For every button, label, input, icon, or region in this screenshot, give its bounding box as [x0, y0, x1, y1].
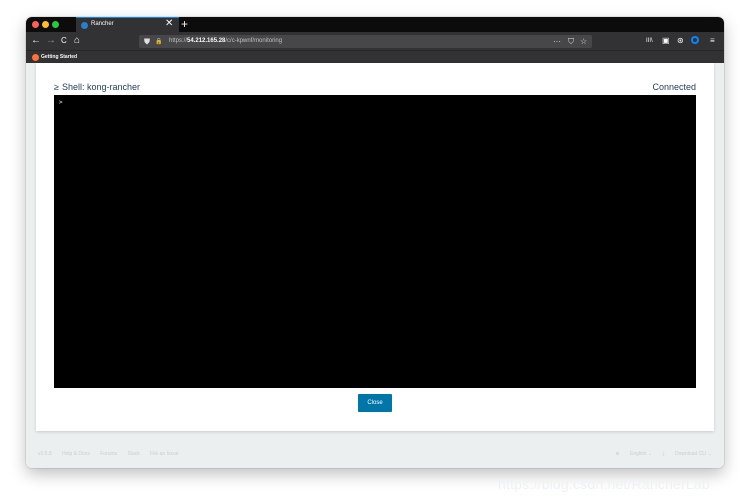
- url-host: 54.212.165.28: [187, 38, 226, 44]
- bookmarks-bar: Getting Started: [26, 50, 724, 63]
- footer-link-help[interactable]: Help & Docs: [62, 451, 90, 457]
- account-icon[interactable]: ⊛: [677, 35, 684, 47]
- sidebar-icon[interactable]: ▣: [662, 35, 670, 47]
- menu-icon[interactable]: ≡: [710, 35, 715, 47]
- extension-icon[interactable]: [691, 36, 699, 44]
- bookmark-getting-started[interactable]: Getting Started: [41, 54, 77, 60]
- insecure-lock-icon[interactable]: 🔒: [155, 38, 162, 47]
- page-content: ≥ Shell: kong-rancher Connected > Close v…: [26, 63, 724, 468]
- footer-links: v2.5.8 Help & Docs Forums Slack File an …: [38, 451, 188, 457]
- new-tab-icon[interactable]: +: [181, 17, 188, 31]
- tracking-shield-icon[interactable]: ⛊: [144, 37, 150, 46]
- url-text[interactable]: https://54.212.165.28/c/c-kpwnf/monitori…: [169, 38, 282, 44]
- close-button[interactable]: Close: [358, 394, 392, 412]
- more-actions-icon[interactable]: ···: [553, 37, 561, 46]
- terminal[interactable]: >: [54, 95, 696, 388]
- shell-title: ≥ Shell: kong-rancher: [54, 82, 140, 92]
- footer-actions: ⊕ English ⌄ ⤓ Download CLI ⌄: [606, 451, 712, 457]
- language-label: English: [630, 451, 647, 457]
- shell-title-text: Shell: kong-rancher: [61, 82, 140, 92]
- terminal-prompt-icon: ≥: [54, 82, 59, 92]
- nav-bar: ← → C ⌂ ⛊ 🔒 https://54.212.165.28/c/c-kp…: [26, 32, 724, 50]
- window-minimize-button[interactable]: [42, 21, 49, 28]
- shell-modal: ≥ Shell: kong-rancher Connected > Close: [36, 63, 714, 431]
- firefox-icon: [32, 54, 39, 61]
- bookmark-star-icon[interactable]: ☆: [580, 37, 587, 46]
- url-prefix: https://: [169, 38, 188, 44]
- window-close-button[interactable]: [32, 21, 39, 28]
- tab-title: Rancher: [91, 21, 114, 27]
- forward-icon[interactable]: →: [46, 34, 56, 48]
- version-label: v2.5.8: [38, 451, 52, 457]
- download-cli-label: Download CLI: [675, 451, 707, 457]
- rancher-favicon-icon: [81, 22, 88, 29]
- url-bar[interactable]: ⛊ 🔒 https://54.212.165.28/c/c-kpwnf/moni…: [139, 35, 592, 48]
- watermark: https://blog.csdn.net/RancherLab: [498, 476, 710, 492]
- pocket-icon[interactable]: ⛉: [568, 37, 574, 46]
- footer-link-slack[interactable]: Slack: [128, 451, 140, 457]
- home-icon[interactable]: ⌂: [74, 34, 80, 48]
- language-selector[interactable]: ⊕ English ⌄: [615, 451, 652, 457]
- back-icon[interactable]: ←: [31, 34, 41, 48]
- footer-link-forums[interactable]: Forums: [100, 451, 117, 457]
- browser-window: Rancher ✕ + ← → C ⌂ ⛊ 🔒 https://54.212.1…: [26, 17, 724, 468]
- download-cli-button[interactable]: ⤓ Download CLI ⌄: [662, 451, 712, 457]
- footer-link-issue[interactable]: File an Issue: [150, 451, 178, 457]
- tab-close-icon[interactable]: ✕: [165, 18, 173, 30]
- connection-status: Connected: [652, 82, 696, 92]
- terminal-line: >: [59, 99, 63, 106]
- tab-strip: Rancher ✕ +: [26, 17, 724, 32]
- window-zoom-button[interactable]: [52, 21, 59, 28]
- reload-icon[interactable]: C: [61, 34, 67, 48]
- url-path: /c/c-kpwnf/monitoring: [225, 38, 283, 44]
- library-icon[interactable]: III\: [646, 35, 653, 47]
- tab-rancher[interactable]: Rancher: [76, 17, 179, 32]
